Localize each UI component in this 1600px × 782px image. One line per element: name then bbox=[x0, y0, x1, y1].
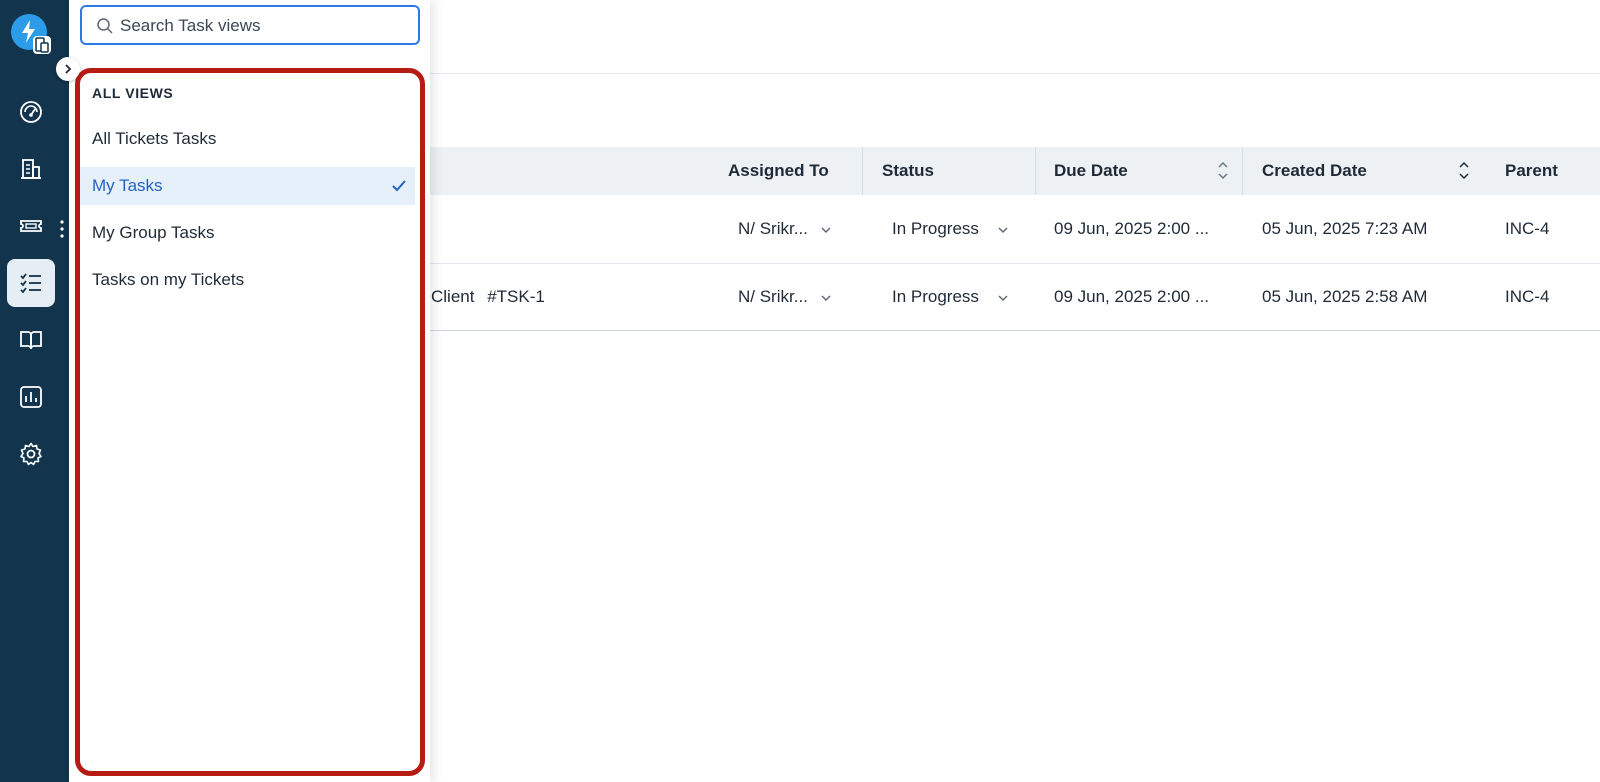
building-icon bbox=[21, 159, 41, 179]
due-date-cell: 09 Jun, 2025 2:00 ... bbox=[1054, 219, 1210, 238]
task-title-link[interactable]: Client #TSK-1 bbox=[431, 287, 545, 307]
search-views-input[interactable] bbox=[120, 13, 410, 39]
view-label: Tasks on my Tickets bbox=[92, 270, 245, 289]
ticket-icon bbox=[20, 220, 42, 232]
chevron-down-icon bbox=[821, 227, 831, 233]
nav-companies[interactable] bbox=[7, 145, 55, 193]
nav-solutions[interactable] bbox=[7, 316, 55, 364]
column-divider bbox=[862, 147, 863, 195]
created-date-cell: 05 Jun, 2025 7:23 AM bbox=[1262, 219, 1428, 238]
view-label: My Group Tasks bbox=[92, 223, 215, 242]
assignee-value: N/ Srikr... bbox=[738, 287, 808, 306]
chevron-down-icon bbox=[821, 295, 831, 301]
column-due-date[interactable]: Due Date bbox=[1054, 147, 1128, 195]
view-my-group-tasks[interactable]: My Group Tasks bbox=[80, 214, 415, 252]
nav-admin[interactable] bbox=[7, 430, 55, 478]
document-badge-icon bbox=[33, 36, 51, 54]
nav-dashboard[interactable] bbox=[7, 88, 55, 136]
assignee-dropdown[interactable]: N/ Srikr... bbox=[738, 287, 831, 307]
book-icon bbox=[20, 331, 42, 350]
search-views-box[interactable] bbox=[80, 5, 420, 45]
view-label: My Tasks bbox=[92, 176, 163, 195]
status-value: In Progress bbox=[892, 287, 979, 306]
gear-icon bbox=[20, 442, 42, 466]
tasks-icon bbox=[20, 273, 41, 294]
reports-icon bbox=[20, 386, 42, 408]
views-heading: ALL VIEWS bbox=[92, 85, 174, 101]
views-list: ALL VIEWS All Tickets Tasks My Tasks My … bbox=[75, 68, 425, 776]
column-divider bbox=[1242, 147, 1243, 195]
view-tasks-on-my-tickets[interactable]: Tasks on my Tickets bbox=[80, 261, 415, 299]
chevron-down-icon bbox=[998, 295, 1008, 301]
expand-sidebar-button[interactable] bbox=[56, 57, 80, 81]
app-logo[interactable] bbox=[11, 14, 51, 54]
view-my-tasks[interactable]: My Tasks bbox=[80, 167, 415, 205]
nav-tickets[interactable] bbox=[7, 202, 55, 250]
more-options-icon[interactable] bbox=[58, 218, 66, 240]
sort-icon[interactable] bbox=[1458, 159, 1470, 183]
view-all-tickets-tasks[interactable]: All Tickets Tasks bbox=[80, 120, 415, 158]
task-id: #TSK-1 bbox=[487, 287, 545, 306]
due-date-cell: 09 Jun, 2025 2:00 ... bbox=[1054, 287, 1210, 306]
column-created-date[interactable]: Created Date bbox=[1262, 147, 1367, 195]
assignee-dropdown[interactable]: N/ Srikr... bbox=[738, 219, 831, 239]
task-views-dropdown: ALL VIEWS All Tickets Tasks My Tasks My … bbox=[69, 0, 430, 782]
checkmark-icon bbox=[392, 180, 406, 192]
column-assigned-to[interactable]: Assigned To bbox=[728, 147, 829, 195]
nav-reports[interactable] bbox=[7, 373, 55, 421]
column-parent[interactable]: Parent bbox=[1505, 147, 1558, 195]
nav-tasks[interactable] bbox=[7, 259, 55, 307]
column-status[interactable]: Status bbox=[882, 147, 934, 195]
chevron-down-icon bbox=[998, 227, 1008, 233]
status-value: In Progress bbox=[892, 219, 979, 238]
column-divider bbox=[1035, 147, 1036, 195]
parent-link[interactable]: INC-4 bbox=[1505, 219, 1549, 239]
sort-icon[interactable] bbox=[1217, 159, 1229, 183]
assignee-value: N/ Srikr... bbox=[738, 219, 808, 238]
dashboard-icon bbox=[20, 101, 42, 123]
search-icon bbox=[97, 18, 113, 34]
created-date-cell: 05 Jun, 2025 2:58 AM bbox=[1262, 287, 1428, 306]
nav-rail bbox=[0, 0, 69, 782]
status-dropdown[interactable]: In Progress bbox=[892, 219, 1008, 239]
task-title: Client bbox=[431, 287, 475, 306]
view-label: All Tickets Tasks bbox=[92, 129, 217, 148]
chevron-right-icon bbox=[65, 64, 72, 74]
parent-link[interactable]: INC-4 bbox=[1505, 287, 1549, 307]
status-dropdown[interactable]: In Progress bbox=[892, 287, 1008, 307]
